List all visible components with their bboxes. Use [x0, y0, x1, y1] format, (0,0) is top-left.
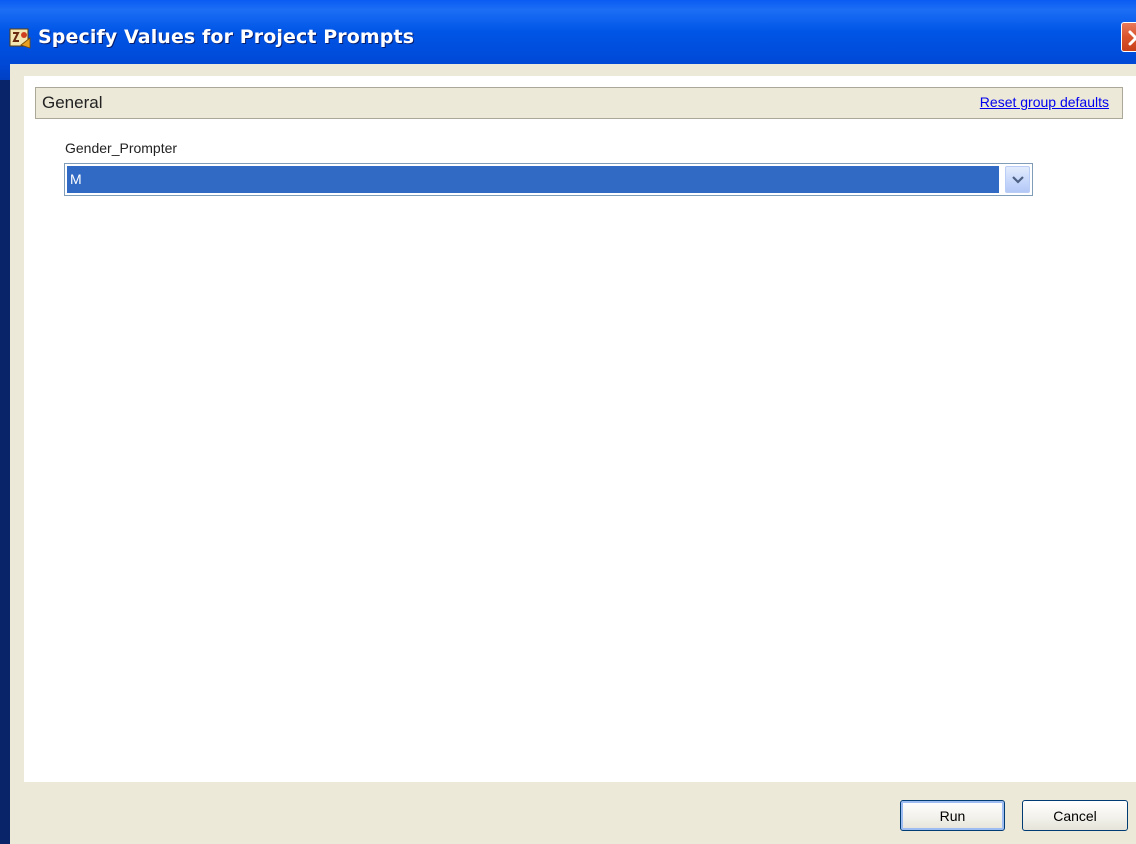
gender-prompter-select[interactable]: M	[64, 163, 1033, 196]
chevron-down-icon	[1012, 176, 1024, 184]
dialog-body: General Reset group defaults Gender_Prom…	[10, 64, 1136, 844]
group-title: General	[42, 93, 103, 112]
close-icon	[1128, 30, 1136, 46]
prompt-label: Gender_Prompter	[65, 140, 178, 156]
window-title: Specify Values for Project Prompts	[38, 26, 415, 48]
app-icon	[8, 26, 32, 50]
run-button[interactable]: Run	[900, 800, 1005, 831]
prompts-panel: General Reset group defaults Gender_Prom…	[24, 76, 1136, 782]
group-header: General Reset group defaults	[35, 87, 1123, 119]
close-button[interactable]	[1121, 22, 1136, 52]
dropdown-button[interactable]	[1005, 166, 1030, 193]
select-value: M	[67, 166, 999, 193]
dialog-window: Specify Values for Project Prompts Gener…	[0, 0, 1136, 844]
reset-group-defaults-link[interactable]: Reset group defaults	[980, 94, 1109, 110]
cancel-button[interactable]: Cancel	[1022, 800, 1128, 831]
